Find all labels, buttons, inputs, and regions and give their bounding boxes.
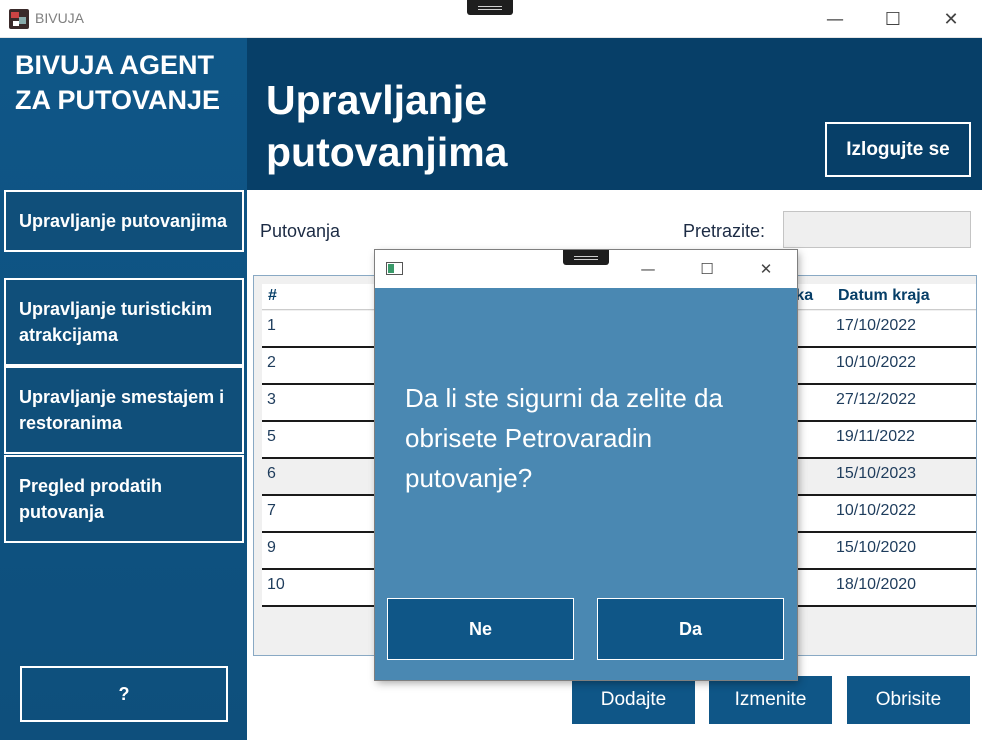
cell-id: 3 (267, 391, 276, 408)
confirm-dialog: — ☐ ✕ Da li ste sigurni da zelite da obr… (375, 250, 797, 680)
cell-id: 9 (267, 539, 276, 556)
delete-label: Obrisite (875, 689, 942, 710)
yes-button[interactable]: Da (597, 598, 784, 660)
cell-end-date: 27/12/2022 (836, 391, 917, 408)
dialog-maximize-button[interactable]: ☐ (682, 254, 732, 284)
sidebar-item-prodata[interactable]: Pregled prodatih putovanja (4, 455, 244, 543)
sidebar-item-label: Upravljanje smestajem i restoranima (19, 387, 225, 433)
sidebar-item-putovanja[interactable]: Upravljanje putovanjima (4, 190, 244, 252)
cell-id: 10 (267, 576, 285, 593)
search-input[interactable] (783, 211, 971, 248)
dialog-window-icon (386, 262, 403, 275)
brand-title: BIVUJA AGENT ZA PUTOVANJE (15, 50, 221, 115)
close-icon: ✕ (943, 8, 959, 30)
cell-end-date: 15/10/2023 (836, 465, 917, 482)
cell-end-date: 10/10/2022 (836, 354, 917, 371)
page-title: Upravljanje putovanjima (266, 77, 508, 175)
maximize-icon: ☐ (700, 260, 714, 278)
page-header: Upravljanje putovanjima Izlogujte se (247, 38, 982, 190)
search-label: Pretrazite: (683, 221, 766, 241)
cell-id: 5 (267, 428, 276, 445)
cell-end-date: 19/11/2022 (836, 428, 915, 445)
sidebar-item-label: Upravljanje turistickim atrakcijama (19, 299, 213, 345)
list-label: Putovanja (260, 221, 341, 241)
cell-id: 6 (267, 465, 276, 482)
dialog-minimize-button[interactable]: — (623, 254, 673, 284)
minimize-button[interactable]: — (808, 0, 862, 38)
yes-label: Da (678, 618, 702, 639)
column-header-id[interactable]: # (268, 287, 277, 305)
close-icon: ✕ (759, 260, 773, 278)
no-button[interactable]: Ne (387, 598, 574, 660)
logout-button[interactable]: Izlogujte se (825, 122, 971, 177)
window-title: BIVUJA (35, 10, 85, 26)
sidebar: BIVUJA AGENT ZA PUTOVANJE Upravljanje pu… (0, 38, 247, 740)
edit-label: Izmenite (734, 689, 807, 710)
cell-end-date: 10/10/2022 (836, 502, 917, 519)
minimize-icon: — (826, 8, 844, 30)
help-label: ? (118, 683, 130, 704)
cell-id: 7 (267, 502, 276, 519)
dialog-close-button[interactable]: ✕ (741, 254, 791, 284)
cell-end-date: 17/10/2022 (836, 317, 917, 334)
delete-button[interactable]: Obrisite (847, 676, 970, 724)
maximize-button[interactable]: ☐ (866, 0, 920, 38)
minimize-icon: — (640, 260, 656, 278)
app-logo-icon (9, 9, 29, 29)
logout-label: Izlogujte se (846, 138, 950, 160)
cell-end-date: 15/10/2020 (836, 539, 917, 556)
add-button[interactable]: Dodajte (572, 676, 695, 724)
cell-end-date: 18/10/2020 (836, 576, 917, 593)
edit-button[interactable]: Izmenite (709, 676, 832, 724)
sidebar-item-atrakcije[interactable]: Upravljanje turistickim atrakcijama (4, 278, 244, 366)
add-label: Dodajte (600, 689, 667, 710)
dialog-message: Da li ste sigurni da zelite da obrisete … (405, 383, 723, 493)
cell-id: 1 (267, 317, 276, 334)
sidebar-item-smestaj[interactable]: Upravljanje smestajem i restoranima (4, 366, 244, 454)
window-titlebar: BIVUJA — ☐ ✕ (0, 0, 982, 38)
drag-handle-icon[interactable] (467, 0, 513, 15)
close-button[interactable]: ✕ (924, 0, 978, 38)
column-header-end[interactable]: Datum kraja (838, 287, 930, 305)
no-label: Ne (468, 618, 492, 639)
sidebar-item-label: Upravljanje putovanjima (19, 211, 228, 231)
maximize-icon: ☐ (884, 8, 902, 30)
sidebar-item-label: Pregled prodatih putovanja (19, 476, 163, 522)
dialog-titlebar: — ☐ ✕ (375, 250, 797, 288)
drag-handle-icon[interactable] (563, 250, 609, 265)
help-button[interactable]: ? (20, 666, 228, 722)
cell-id: 2 (267, 354, 276, 371)
